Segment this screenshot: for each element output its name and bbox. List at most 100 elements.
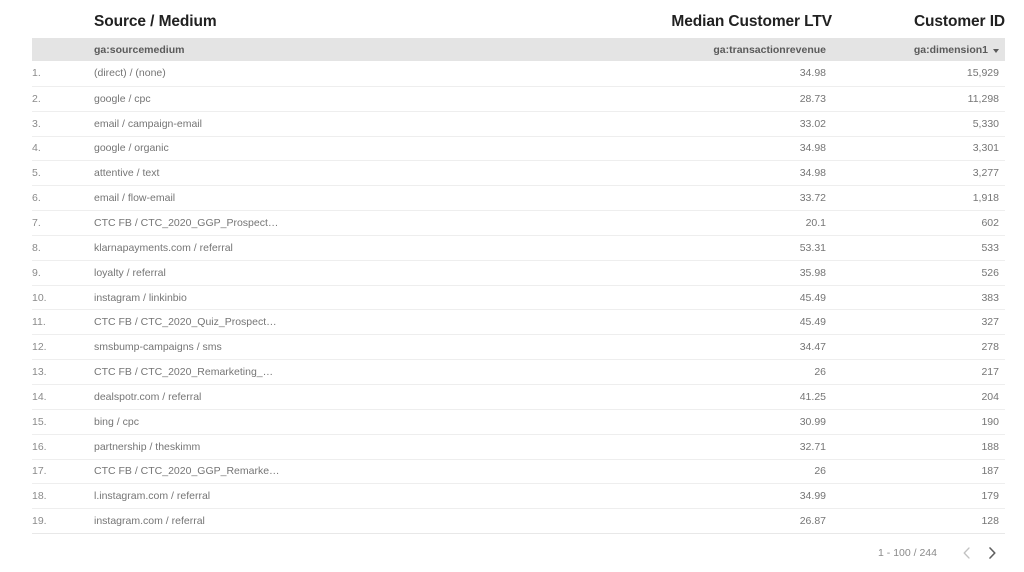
cell-source-medium: instagram / linkinbio (94, 291, 187, 304)
table-row[interactable]: 8. klarnapayments.com / referral 53.31 5… (32, 234, 1005, 260)
cell-source-medium: (direct) / (none) (94, 67, 166, 80)
cell-median-customer-ltv: 26 (814, 465, 826, 478)
row-index: 14. (32, 390, 47, 403)
column-title-index (32, 29, 63, 38)
cell-source-medium: CTC FB / CTC_2020_GGP_Remarke… (94, 465, 280, 478)
field-name-dimension1-sort[interactable]: ga:dimension1 (826, 44, 1005, 56)
table-row[interactable]: 6. email / flow-email 33.72 1,918 (32, 185, 1005, 210)
field-name-transactionrevenue[interactable]: ga:transactionrevenue (626, 44, 826, 56)
column-title-source-medium: Source / Medium (94, 12, 217, 30)
cell-customer-id: 3,301 (972, 142, 999, 155)
chevron-right-icon (987, 546, 998, 560)
table-row[interactable]: 2. google / cpc 28.73 11,298 (32, 85, 1005, 111)
pagination-prev-button[interactable] (953, 540, 979, 566)
cell-customer-id: 526 (981, 266, 999, 279)
cell-customer-id: 383 (981, 291, 999, 304)
report-table-widget: Source / Medium Median Customer LTV Cust… (0, 0, 1024, 568)
pagination-bar: 1 - 100 / 244 (0, 534, 1024, 572)
cell-median-customer-ltv: 53.31 (799, 241, 826, 254)
cell-median-customer-ltv: 45.49 (799, 316, 826, 329)
cell-source-medium: CTC FB / CTC_2020_GGP_Prospect… (94, 216, 279, 229)
row-index: 16. (32, 440, 47, 453)
cell-median-customer-ltv: 34.98 (799, 142, 826, 155)
cell-median-customer-ltv: 45.49 (799, 291, 826, 304)
row-index: 19. (32, 515, 47, 528)
row-index: 11. (32, 316, 46, 329)
cell-median-customer-ltv: 28.73 (799, 92, 826, 105)
cell-median-customer-ltv: 26.87 (799, 515, 826, 528)
pagination-range-label: 1 - 100 / 244 (878, 547, 937, 560)
table-row[interactable]: 12. smsbump-campaigns / sms 34.47 278 (32, 334, 1005, 359)
cell-median-customer-ltv: 20.1 (805, 216, 826, 229)
table-row[interactable]: 18. l.instagram.com / referral 34.99 179 (32, 483, 1005, 508)
table-row[interactable]: 3. email / campaign-email 33.02 5,330 (32, 110, 1005, 136)
row-index: 13. (32, 366, 47, 379)
cell-median-customer-ltv: 30.99 (799, 415, 826, 428)
cell-customer-id: 5,330 (972, 117, 999, 130)
cell-median-customer-ltv: 34.98 (799, 167, 826, 180)
table-row[interactable]: 10. instagram / linkinbio 45.49 383 (32, 284, 1005, 310)
row-index: 7. (32, 216, 41, 229)
cell-customer-id: 190 (981, 415, 999, 428)
cell-median-customer-ltv: 35.98 (799, 266, 826, 279)
table-row[interactable]: 9. loyalty / referral 35.98 526 (32, 259, 1005, 285)
cell-customer-id: 278 (981, 341, 999, 354)
table-row[interactable]: 15. bing / cpc 30.99 190 (32, 408, 1005, 434)
table-row[interactable]: 5. attentive / text 34.98 3,277 (32, 160, 1005, 185)
cell-source-medium: email / flow-email (94, 192, 176, 205)
table-row[interactable]: 13. CTC FB / CTC_2020_Remarketing_… 26 2… (32, 359, 1005, 384)
row-index: 8. (32, 241, 41, 254)
cell-customer-id: 533 (981, 241, 999, 254)
cell-median-customer-ltv: 33.72 (799, 192, 826, 205)
cell-source-medium: l.instagram.com / referral (94, 490, 211, 503)
row-index: 17. (32, 465, 47, 478)
table-row[interactable]: 19. instagram.com / referral 26.87 128 (32, 508, 1005, 533)
table-row[interactable]: 7. CTC FB / CTC_2020_GGP_Prospect… 20.1 … (32, 210, 1005, 235)
table-row[interactable]: 4. google / organic 34.98 3,301 (32, 135, 1005, 161)
cell-source-medium: klarnapayments.com / referral (94, 241, 233, 254)
pagination-next-button[interactable] (979, 540, 1005, 566)
cell-median-customer-ltv: 41.25 (799, 390, 826, 403)
field-name-sourcemedium[interactable]: ga:sourcemedium (63, 44, 626, 56)
cell-median-customer-ltv: 34.99 (799, 490, 826, 503)
cell-source-medium: CTC FB / CTC_2020_Quiz_Prospect… (94, 316, 277, 329)
cell-customer-id: 602 (981, 216, 999, 229)
table-row[interactable]: 17. CTC FB / CTC_2020_GGP_Remarke… 26 18… (32, 458, 1005, 484)
row-index: 2. (32, 92, 41, 105)
cell-source-medium: smsbump-campaigns / sms (94, 341, 222, 354)
cell-source-medium: instagram.com / referral (94, 515, 205, 528)
row-index: 5. (32, 167, 41, 180)
chevron-left-icon (961, 546, 972, 560)
table-row[interactable]: 1. (direct) / (none) 34.98 15,929 (32, 61, 1005, 86)
cell-source-medium: google / cpc (94, 92, 151, 105)
column-title-median-customer-ltv: Median Customer LTV (671, 12, 832, 30)
cell-customer-id: 11,298 (967, 92, 999, 105)
row-index: 3. (32, 117, 41, 130)
cell-source-medium: loyalty / referral (94, 266, 166, 279)
cell-customer-id: 327 (981, 316, 999, 329)
row-index: 10. (32, 291, 47, 304)
row-index: 9. (32, 266, 41, 279)
cell-customer-id: 188 (981, 440, 999, 453)
cell-source-medium: email / campaign-email (94, 117, 202, 130)
cell-customer-id: 128 (981, 515, 999, 528)
cell-source-medium: bing / cpc (94, 415, 139, 428)
cell-source-medium: attentive / text (94, 167, 160, 180)
column-title-customer-id: Customer ID (913, 12, 1005, 30)
row-index: 12. (32, 341, 47, 354)
cell-median-customer-ltv: 32.71 (799, 440, 826, 453)
row-index: 18. (32, 490, 47, 503)
table-row[interactable]: 16. partnership / theskimm 32.71 188 (32, 433, 1005, 459)
cell-customer-id: 1,918 (972, 192, 999, 205)
row-index: 15. (32, 415, 47, 428)
table-header-titles: Source / Medium Median Customer LTV Cust… (0, 0, 1024, 38)
table-header-fields: ga:sourcemedium ga:transactionrevenue ga… (32, 38, 1005, 61)
table-row[interactable]: 11. CTC FB / CTC_2020_Quiz_Prospect… 45.… (32, 309, 1005, 334)
cell-source-medium: google / organic (94, 142, 169, 155)
caret-down-icon[interactable] (993, 48, 999, 53)
cell-customer-id: 204 (981, 390, 999, 403)
cell-customer-id: 3,277 (972, 167, 999, 180)
cell-customer-id: 179 (981, 490, 999, 503)
table-row[interactable]: 14. dealspotr.com / referral 41.25 204 (32, 383, 1005, 409)
cell-customer-id: 15,929 (966, 67, 999, 80)
